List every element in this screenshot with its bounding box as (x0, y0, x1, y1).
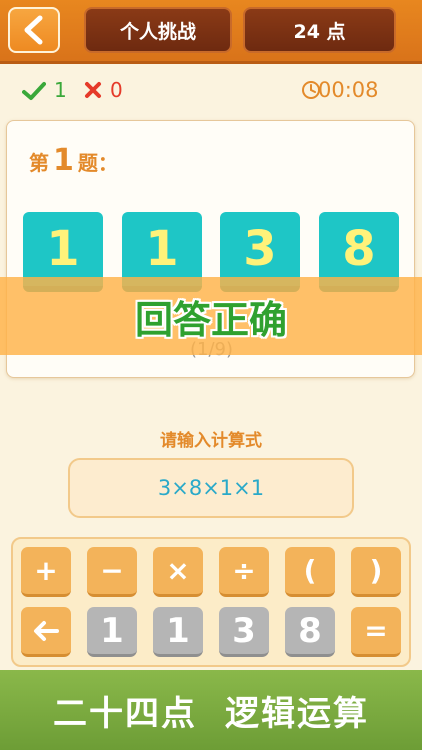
expression-field[interactable]: 3×8×1×1 (68, 458, 354, 518)
backspace-arrow-icon (34, 620, 59, 641)
number-key[interactable]: 3 (219, 607, 269, 657)
footer-text-right: 逻辑运算 (225, 693, 369, 734)
correct-count: 1 (54, 78, 67, 102)
multiply-key[interactable]: × (153, 547, 203, 597)
wrong-count: 0 (110, 78, 123, 102)
number-key[interactable]: 1 (87, 607, 137, 657)
footer-text-left: 二十四点 (53, 693, 197, 734)
promo-footer: 二十四点 逻辑运算 (0, 670, 422, 750)
back-arrow-icon (24, 15, 43, 45)
header-bar: 个人挑战 24 点 (0, 0, 422, 64)
cross-icon (85, 82, 101, 98)
question-number: 1 (53, 143, 74, 178)
right-paren-key[interactable]: ) (351, 547, 401, 597)
minus-key[interactable]: − (87, 547, 137, 597)
equals-key[interactable]: = (351, 607, 401, 657)
timer: 00:08 (318, 78, 379, 102)
tab-24-points[interactable]: 24 点 (243, 7, 396, 53)
result-banner: 回答正确 (0, 277, 422, 355)
question-title: 第 1 题： (29, 143, 118, 178)
result-banner-text: 回答正确 (134, 297, 287, 342)
tab-personal-challenge[interactable]: 个人挑战 (84, 7, 232, 53)
divide-key[interactable]: ÷ (219, 547, 269, 597)
status-row: 1 0 00:08 (0, 76, 422, 106)
question-prefix: 第 (29, 151, 49, 175)
question-suffix: 题： (77, 151, 118, 175)
number-key[interactable]: 1 (153, 607, 203, 657)
keypad: + − × ÷ ( ) 1 1 3 8 = (11, 537, 411, 667)
plus-key[interactable]: + (21, 547, 71, 597)
number-key[interactable]: 8 (285, 607, 335, 657)
left-paren-key[interactable]: ( (285, 547, 335, 597)
input-prompt: 请输入计算式 (160, 431, 262, 451)
check-icon (22, 82, 46, 100)
backspace-key[interactable] (21, 607, 71, 657)
back-button[interactable] (8, 7, 60, 53)
